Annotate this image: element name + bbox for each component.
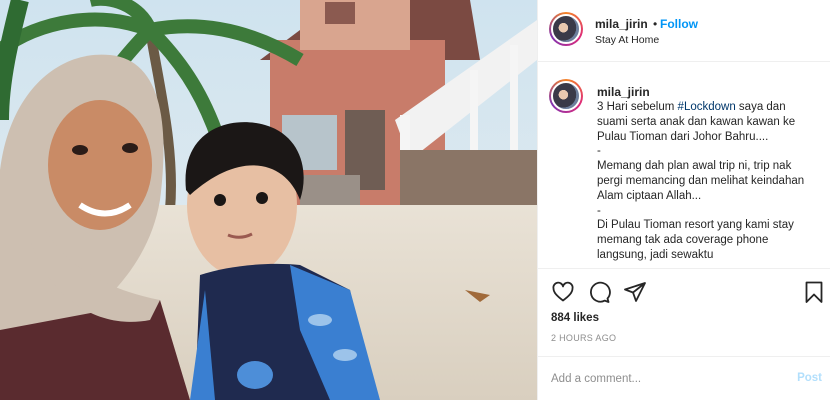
comment-input[interactable] [551,370,771,388]
post-photo[interactable] [0,0,537,400]
caption-paragraph-1: 3 Hari sebelum #Lockdown saya dan suami … [597,100,817,144]
caption-text-segment: 3 Hari sebelum [597,101,678,113]
beach-photo-illustration [0,0,537,400]
caption-avatar[interactable] [549,79,583,113]
avatar[interactable] [549,12,583,46]
caption-paragraph-2: Memang dah plan awal trip ni, trip nak p… [597,160,805,202]
post-timestamp[interactable]: 2 HOURS AGO [551,333,616,343]
likes-count[interactable]: 884 likes [551,312,599,324]
avatar-image [551,81,581,111]
follow-button[interactable]: Follow [660,17,698,31]
post-header: mila_jirin • Follow Stay At Home [538,0,830,62]
post-side-panel: mila_jirin • Follow Stay At Home mila_ji… [537,0,830,400]
comment-icon[interactable] [587,280,611,304]
post-comment-button[interactable]: Post [797,372,822,384]
caption-paragraph-3: Di Pulau Tioman resort yang kami stay me… [597,219,794,261]
separator-dot: • [653,17,658,31]
heart-icon[interactable] [551,280,575,304]
caption-separator: - [597,145,601,158]
location-link[interactable]: Stay At Home [595,34,659,46]
hashtag-link[interactable]: #Lockdown [678,101,736,113]
share-icon[interactable] [623,280,647,304]
caption-text: 3 Hari sebelum #Lockdown saya dan suami … [597,100,817,263]
avatar-image [551,14,581,44]
action-section: 884 likes 2 HOURS AGO Post [538,268,830,400]
caption-username-link[interactable]: mila_jirin [597,85,650,99]
comment-bar: Post [538,356,830,400]
username-link[interactable]: mila_jirin [595,17,648,31]
caption-separator: - [597,204,601,217]
bookmark-icon[interactable] [802,280,826,304]
caption-section: mila_jirin 3 Hari sebelum #Lockdown saya… [538,63,830,268]
